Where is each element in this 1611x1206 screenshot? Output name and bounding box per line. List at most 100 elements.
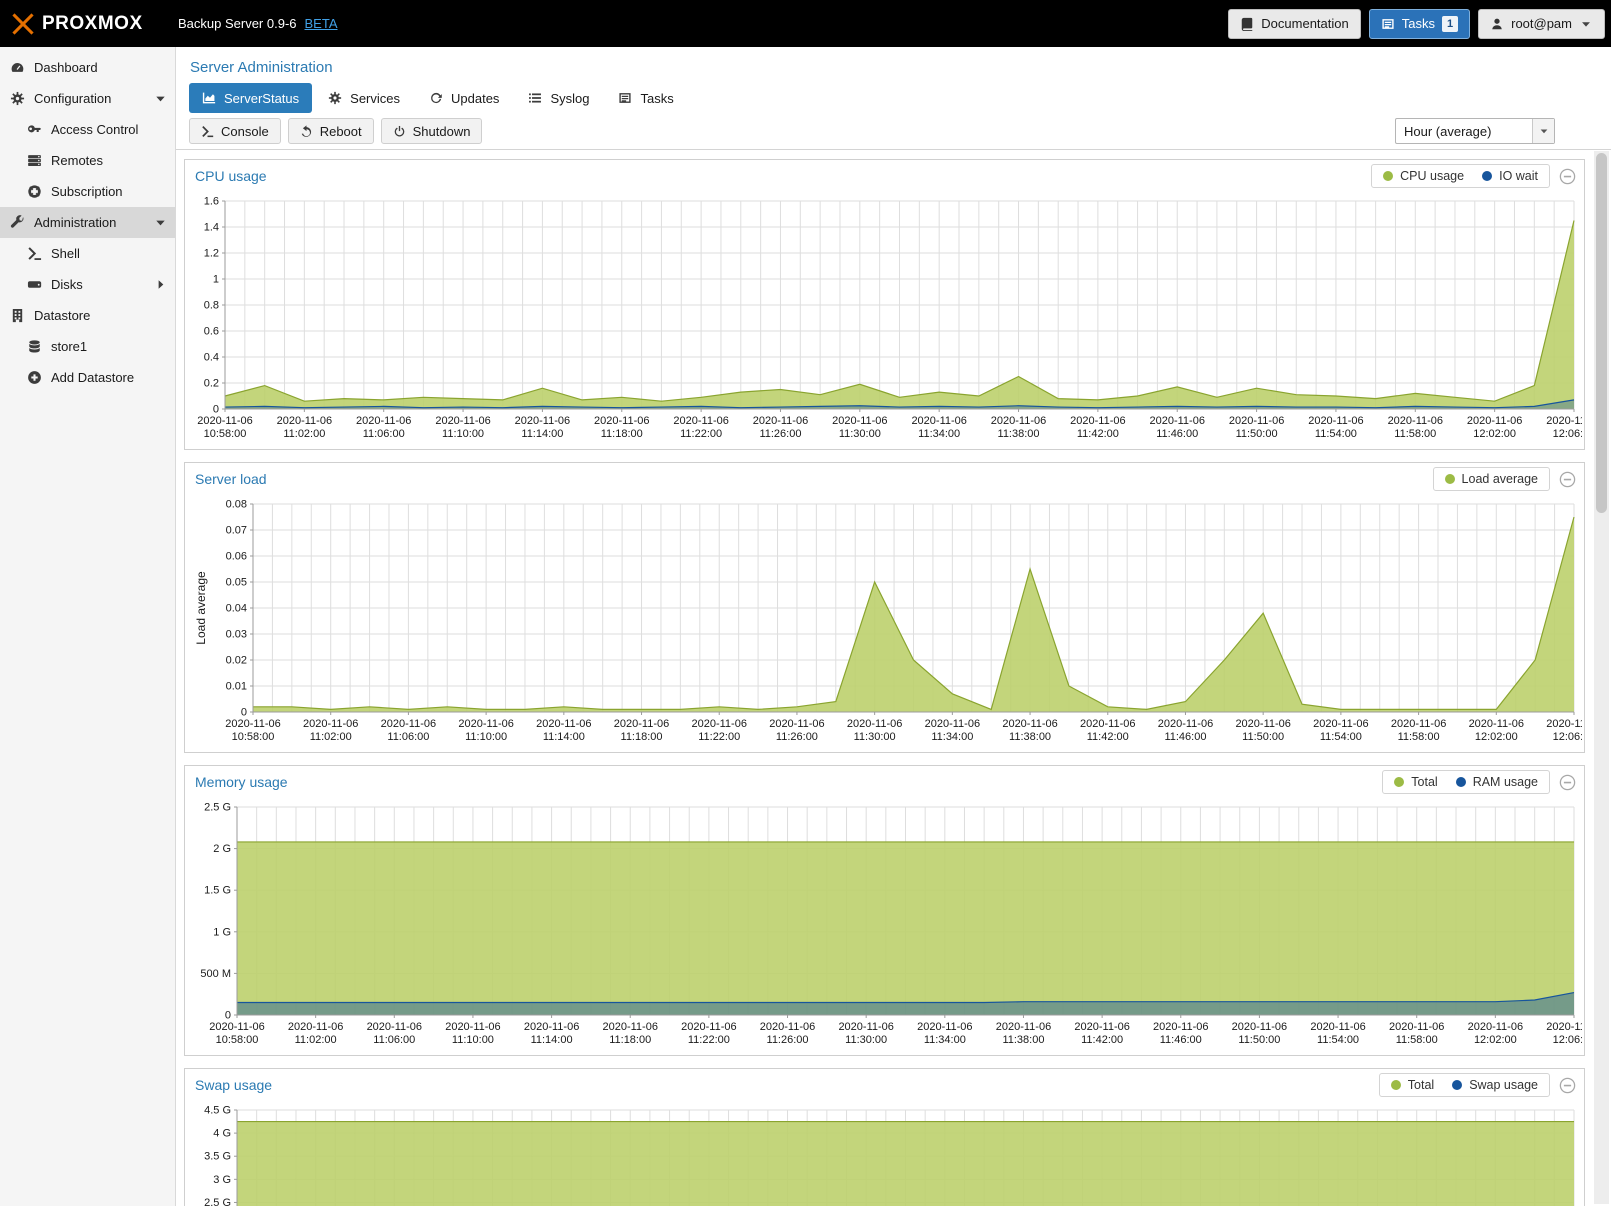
key-icon <box>27 122 42 137</box>
svg-text:2020-11-06: 2020-11-06 <box>1070 415 1125 427</box>
chevron-down-icon[interactable] <box>153 91 168 106</box>
vertical-scrollbar[interactable] <box>1594 151 1609 1204</box>
svg-text:2.5 G: 2.5 G <box>204 802 231 814</box>
sidebar-item-configuration[interactable]: Configuration <box>0 83 175 114</box>
shutdown-button[interactable]: Shutdown <box>381 118 483 144</box>
sidebar-item-label: Shell <box>51 246 80 261</box>
user-menu-button[interactable]: root@pam <box>1478 9 1605 39</box>
svg-text:11:54:00: 11:54:00 <box>1315 428 1357 440</box>
tab-label: ServerStatus <box>224 91 299 106</box>
tasklist-icon <box>618 91 632 105</box>
memory-chart: 0500 M1 G1.5 G2 G2.5 G2020-11-0610:58:00… <box>187 799 1582 1051</box>
product-title: Backup Server 0.9-6 <box>178 16 297 31</box>
documentation-button[interactable]: Documentation <box>1228 9 1360 39</box>
svg-text:2020-11-06: 2020-11-06 <box>1546 1021 1582 1033</box>
svg-text:12:02:00: 12:02:00 <box>1475 731 1518 743</box>
sidebar: DashboardConfigurationAccess ControlRemo… <box>0 47 176 1206</box>
legend-item[interactable]: IO wait <box>1482 169 1538 183</box>
sidebar-item-shell[interactable]: Shell <box>0 238 175 269</box>
timeframe-trigger[interactable] <box>1532 119 1554 143</box>
plus-circle-icon <box>27 370 42 385</box>
svg-text:0.04: 0.04 <box>226 603 247 615</box>
scrollbar-thumb[interactable] <box>1596 153 1607 513</box>
svg-text:11:06:00: 11:06:00 <box>373 1034 415 1046</box>
timeframe-select[interactable]: Hour (average) <box>1395 118 1555 144</box>
power-icon <box>393 125 406 138</box>
svg-text:11:02:00: 11:02:00 <box>310 731 352 743</box>
tab-updates[interactable]: Updates <box>416 83 512 113</box>
sidebar-item-datastore[interactable]: Datastore <box>0 300 175 331</box>
svg-text:0.07: 0.07 <box>226 525 247 537</box>
legend-label: IO wait <box>1499 169 1538 183</box>
legend-item[interactable]: RAM usage <box>1456 775 1538 789</box>
collapse-panel-icon[interactable] <box>1559 168 1576 185</box>
svg-text:0.8: 0.8 <box>204 300 219 312</box>
sidebar-item-access-control[interactable]: Access Control <box>0 114 175 145</box>
tab-syslog[interactable]: Syslog <box>515 83 602 113</box>
svg-text:0: 0 <box>225 1010 231 1022</box>
svg-text:500 M: 500 M <box>200 968 231 980</box>
tasks-button[interactable]: Tasks 1 <box>1369 9 1470 39</box>
tab-tasks[interactable]: Tasks <box>605 83 686 113</box>
console-button[interactable]: Console <box>189 118 281 144</box>
svg-text:1.5 G: 1.5 G <box>204 885 231 897</box>
svg-text:0: 0 <box>241 707 247 719</box>
proxmox-logo: PROXMOX <box>0 11 178 37</box>
sidebar-item-label: Add Datastore <box>51 370 134 385</box>
svg-text:11:18:00: 11:18:00 <box>601 428 643 440</box>
svg-text:11:02:00: 11:02:00 <box>295 1034 337 1046</box>
svg-text:2020-11-06: 2020-11-06 <box>536 718 591 730</box>
panel-header-load: Server loadLoad average <box>185 463 1584 494</box>
collapse-panel-icon[interactable] <box>1559 471 1576 488</box>
sidebar-item-dashboard[interactable]: Dashboard <box>0 52 175 83</box>
legend-item[interactable]: Total <box>1391 1078 1434 1092</box>
svg-text:11:14:00: 11:14:00 <box>531 1034 573 1046</box>
legend-dot <box>1456 777 1466 787</box>
legend-item[interactable]: Swap usage <box>1452 1078 1538 1092</box>
legend-item[interactable]: Load average <box>1445 472 1538 486</box>
svg-text:2020-11-06: 2020-11-06 <box>197 415 252 427</box>
svg-text:2020-11-06: 2020-11-06 <box>1229 415 1284 427</box>
tasks-icon <box>1381 17 1395 31</box>
svg-text:11:46:00: 11:46:00 <box>1156 428 1198 440</box>
collapse-panel-icon[interactable] <box>1559 1077 1576 1094</box>
svg-text:2020-11-06: 2020-11-06 <box>1546 415 1582 427</box>
sidebar-item-store1[interactable]: store1 <box>0 331 175 362</box>
svg-text:12:06:00: 12:06:00 <box>1553 1034 1582 1046</box>
beta-link[interactable]: BETA <box>305 16 338 31</box>
svg-text:2020-11-06: 2020-11-06 <box>1313 718 1368 730</box>
svg-text:11:06:00: 11:06:00 <box>387 731 429 743</box>
chevron-down-icon[interactable] <box>153 215 168 230</box>
sidebar-item-add-datastore[interactable]: Add Datastore <box>0 362 175 393</box>
legend-label: Swap usage <box>1469 1078 1538 1092</box>
legend-item[interactable]: Total <box>1394 775 1437 789</box>
svg-text:2.5 G: 2.5 G <box>204 1197 231 1206</box>
chevron-right-icon[interactable] <box>153 277 168 292</box>
sidebar-item-remotes[interactable]: Remotes <box>0 145 175 176</box>
svg-text:0.06: 0.06 <box>226 551 247 563</box>
sidebar-item-administration[interactable]: Administration <box>0 207 175 238</box>
sidebar-item-disks[interactable]: Disks <box>0 269 175 300</box>
reboot-button[interactable]: Reboot <box>288 118 374 144</box>
legend-item[interactable]: CPU usage <box>1383 169 1464 183</box>
panel-title-swap: Swap usage <box>195 1077 272 1093</box>
tab-serverstatus[interactable]: ServerStatus <box>189 83 312 113</box>
svg-text:2020-11-06: 2020-11-06 <box>1080 718 1135 730</box>
svg-text:11:50:00: 11:50:00 <box>1236 428 1278 440</box>
panel-title-memory: Memory usage <box>195 774 288 790</box>
gear-icon <box>10 91 25 106</box>
user-icon <box>1490 17 1504 31</box>
svg-text:11:54:00: 11:54:00 <box>1320 731 1362 743</box>
chart-panels: CPU usageCPU usageIO wait00.20.40.60.811… <box>176 151 1611 1206</box>
svg-text:11:34:00: 11:34:00 <box>918 428 960 440</box>
panel-tools-swap: Total Swap usage <box>1379 1073 1576 1097</box>
legend-dot <box>1452 1080 1462 1090</box>
sidebar-item-subscription[interactable]: Subscription <box>0 176 175 207</box>
panel-header-swap: Swap usage Total Swap usage <box>185 1069 1584 1100</box>
tab-services[interactable]: Services <box>315 83 413 113</box>
svg-text:1.4: 1.4 <box>204 222 219 234</box>
svg-text:2020-11-06: 2020-11-06 <box>769 718 824 730</box>
svg-text:2020-11-06: 2020-11-06 <box>303 718 358 730</box>
svg-text:2020-11-06: 2020-11-06 <box>1469 718 1524 730</box>
collapse-panel-icon[interactable] <box>1559 774 1576 791</box>
